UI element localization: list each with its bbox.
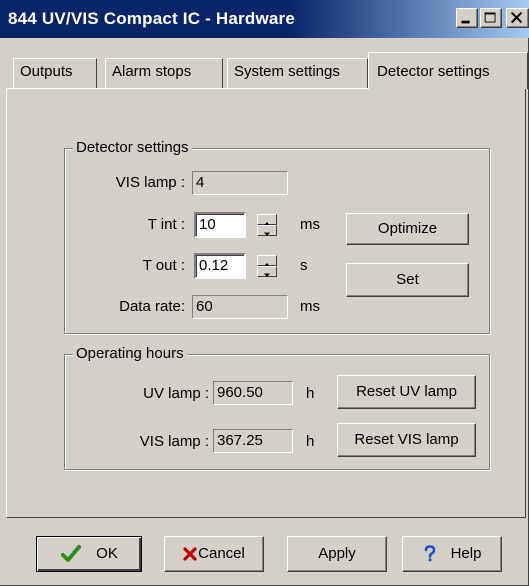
reset-uv-lamp-button[interactable]: Reset UV lamp bbox=[337, 375, 476, 409]
t-out-unit: s bbox=[300, 257, 308, 274]
vis-lamp-label: VIS lamp : bbox=[115, 174, 185, 191]
window-title: 844 UV/VIS Compact IC - Hardware bbox=[8, 9, 295, 28]
arrow-down-icon bbox=[264, 273, 270, 277]
arrow-down-icon bbox=[264, 232, 270, 236]
t-out-up-button[interactable] bbox=[257, 255, 277, 267]
tab-alarm-stops[interactable]: Alarm stops bbox=[105, 58, 223, 88]
data-rate-value: 60 bbox=[192, 295, 288, 319]
uv-lamp-unit: h bbox=[306, 385, 315, 402]
tab-panel: Detector settings VIS lamp : 4 T int : 1… bbox=[6, 88, 526, 518]
question-icon bbox=[424, 545, 435, 562]
vis-lamp-unit: h bbox=[306, 433, 315, 450]
uv-lamp-label: UV lamp : bbox=[143, 385, 209, 402]
t-int-up-button[interactable] bbox=[257, 214, 277, 226]
title-bar[interactable]: 844 UV/VIS Compact IC - Hardware bbox=[0, 0, 529, 38]
minimize-icon bbox=[461, 20, 470, 24]
tab-outputs[interactable]: Outputs bbox=[13, 58, 97, 88]
maximize-button[interactable] bbox=[480, 8, 502, 28]
ok-button[interactable]: OK bbox=[36, 536, 142, 572]
data-rate-label: Data rate: bbox=[119, 298, 185, 315]
t-int-unit: ms bbox=[300, 216, 320, 233]
minimize-button[interactable] bbox=[456, 8, 478, 28]
x-icon bbox=[183, 547, 197, 561]
apply-button[interactable]: Apply bbox=[287, 536, 387, 572]
operating-hours-legend: Operating hours bbox=[73, 345, 187, 362]
close-button[interactable] bbox=[506, 8, 529, 28]
detector-settings-legend: Detector settings bbox=[73, 139, 192, 156]
tab-system-settings-label: System settings bbox=[234, 63, 340, 80]
t-int-label: T int : bbox=[147, 216, 185, 233]
vis-lamp-hours-label: VIS lamp : bbox=[139, 433, 209, 450]
set-button[interactable]: Set bbox=[346, 263, 469, 297]
tab-detector-settings[interactable]: Detector settings bbox=[368, 52, 528, 89]
reset-vis-lamp-button[interactable]: Reset VIS lamp bbox=[337, 423, 476, 457]
t-int-input[interactable]: 10 bbox=[194, 212, 246, 238]
cancel-button[interactable]: Cancel bbox=[164, 536, 264, 572]
vis-lamp-value: 4 bbox=[192, 171, 288, 195]
help-button[interactable]: Help bbox=[402, 536, 502, 572]
tab-outputs-label: Outputs bbox=[20, 63, 73, 80]
vis-lamp-hours: 367.25 bbox=[213, 429, 293, 453]
t-out-input[interactable]: 0.12 bbox=[194, 253, 246, 279]
tab-detector-settings-label: Detector settings bbox=[377, 63, 490, 80]
check-icon bbox=[61, 545, 82, 563]
tab-alarm-stops-label: Alarm stops bbox=[112, 63, 192, 80]
t-int-stepper[interactable] bbox=[257, 214, 277, 236]
t-out-label: T out : bbox=[142, 257, 185, 274]
help-label: Help bbox=[450, 545, 482, 562]
ok-label: OK bbox=[96, 545, 118, 562]
t-int-down-button[interactable] bbox=[257, 225, 277, 236]
t-out-down-button[interactable] bbox=[257, 266, 277, 277]
hardware-window: 844 UV/VIS Compact IC - Hardware Outputs… bbox=[0, 0, 529, 586]
optimize-button[interactable]: Optimize bbox=[346, 213, 469, 245]
data-rate-unit: ms bbox=[300, 298, 320, 315]
close-icon bbox=[510, 11, 523, 24]
tab-system-settings[interactable]: System settings bbox=[227, 58, 368, 88]
maximize-icon bbox=[484, 12, 496, 23]
cancel-label: Cancel bbox=[198, 545, 245, 562]
uv-lamp-hours: 960.50 bbox=[213, 381, 293, 405]
t-out-stepper[interactable] bbox=[257, 255, 277, 277]
